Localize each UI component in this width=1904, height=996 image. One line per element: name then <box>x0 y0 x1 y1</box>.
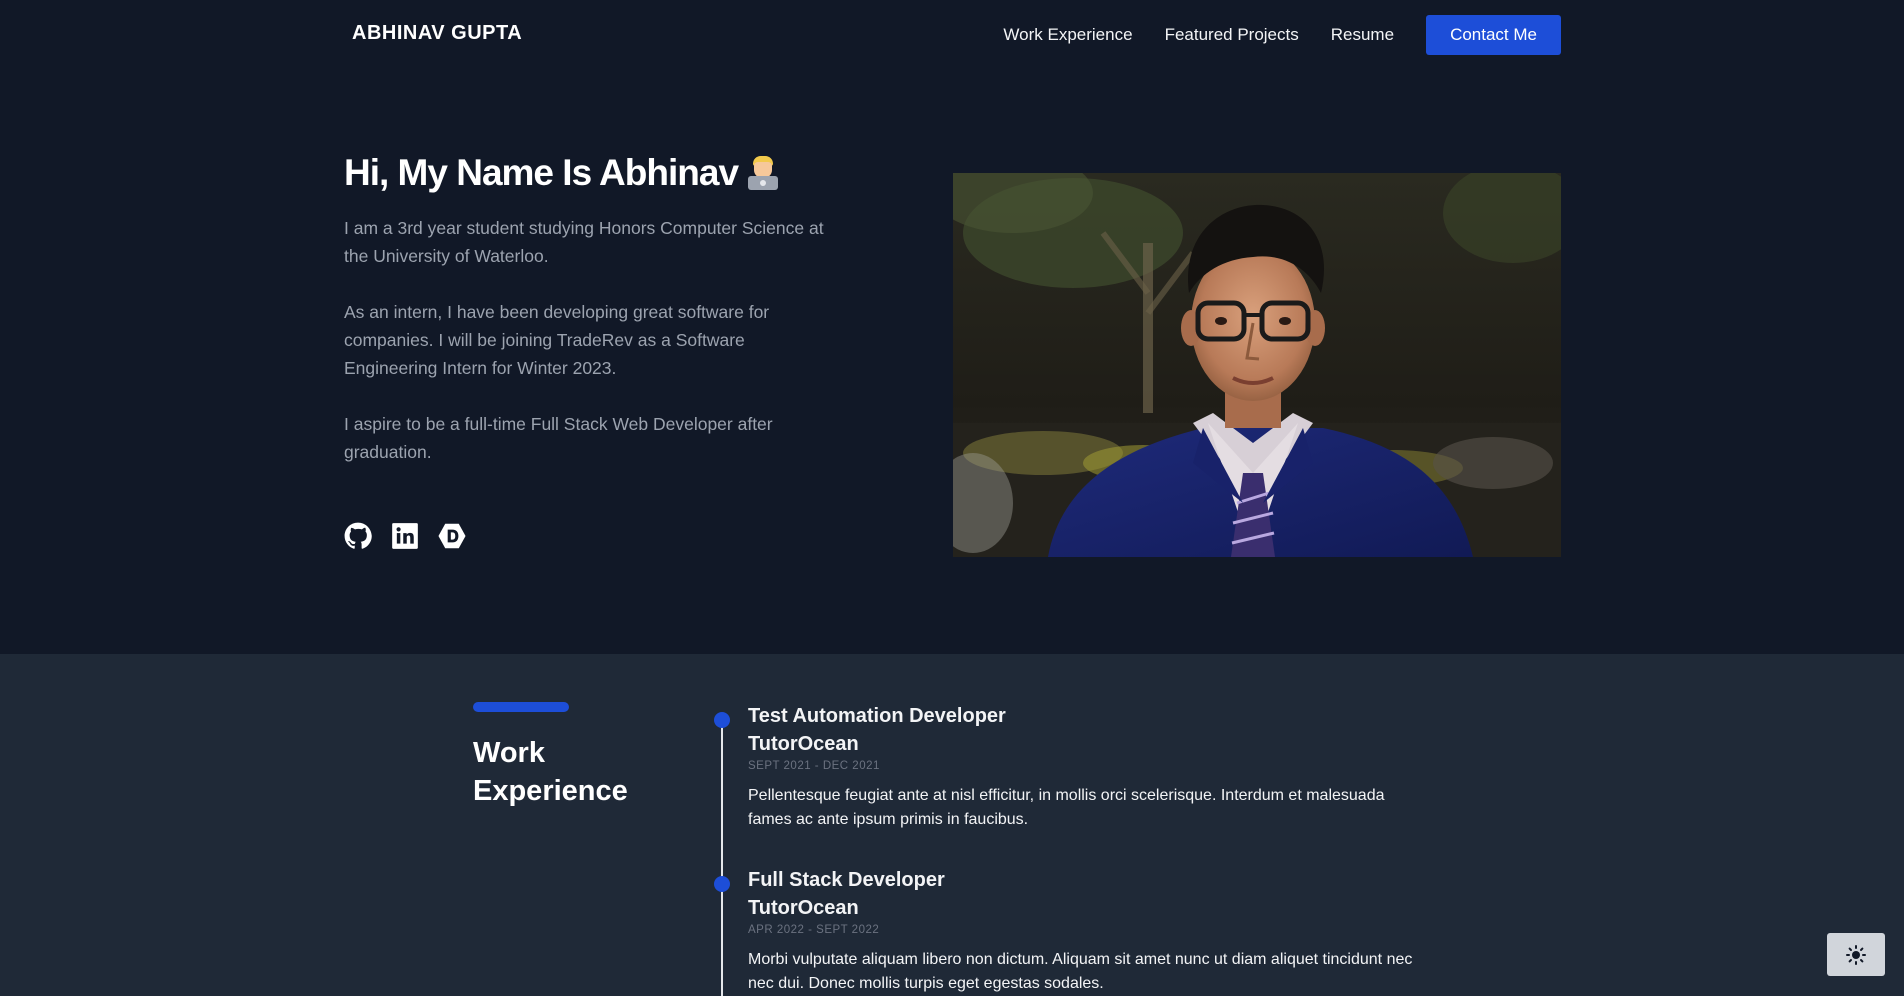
section-title: Work Experience <box>473 737 628 807</box>
brand-name[interactable]: ABHINAV GUPTA <box>352 22 522 45</box>
job-company: TutorOcean <box>748 733 859 755</box>
intro-paragraph: I aspire to be a full-time Full Stack We… <box>344 414 773 462</box>
job-entry: Full Stack Developer TutorOcean APR 2022… <box>714 866 1428 996</box>
section-accent-bar <box>473 702 569 712</box>
job-description: Morbi vulputate aliquam libero non dictu… <box>748 951 1413 992</box>
job-entry: Test Automation Developer TutorOcean SEP… <box>714 702 1428 832</box>
nav-work-experience[interactable]: Work Experience <box>1003 25 1132 45</box>
job-company: TutorOcean <box>748 897 859 919</box>
intro-paragraph: As an intern, I have been developing gre… <box>344 302 770 378</box>
site-header: ABHINAV GUPTA Work Experience Featured P… <box>0 0 1904 70</box>
intro-paragraph: I am a 3rd year student studying Honors … <box>344 218 824 266</box>
contact-me-button[interactable]: Contact Me <box>1426 15 1561 55</box>
job-description: Pellentesque feugiat ante at nisl effici… <box>748 787 1385 828</box>
job-role: Test Automation Developer <box>748 705 1006 727</box>
linkedin-icon[interactable] <box>391 522 419 550</box>
job-role: Full Stack Developer <box>748 869 945 891</box>
devpost-icon[interactable] <box>438 522 466 550</box>
profile-photo <box>953 173 1561 557</box>
technologist-emoji-icon <box>748 156 779 190</box>
hero-title: Hi, My Name Is Abhinav <box>344 152 739 193</box>
social-links <box>344 522 485 550</box>
hero-heading: Hi, My Name Is Abhinav <box>344 152 779 194</box>
nav-featured-projects[interactable]: Featured Projects <box>1165 25 1299 45</box>
sun-icon <box>1846 944 1866 965</box>
timeline-dot <box>714 712 730 728</box>
github-icon[interactable] <box>344 522 372 550</box>
job-dates: APR 2022 - SEPT 2022 <box>748 924 880 936</box>
work-experience-section: Work Experience Test Automation Develope… <box>0 654 1904 996</box>
timeline-line <box>721 718 723 996</box>
nav-resume[interactable]: Resume <box>1331 25 1394 45</box>
main-nav: Work Experience Featured Projects Resume… <box>1003 15 1561 55</box>
timeline-dot <box>714 876 730 892</box>
hero-intro: I am a 3rd year student studying Honors … <box>344 214 824 494</box>
job-dates: SEPT 2021 - DEC 2021 <box>748 760 880 772</box>
theme-toggle-button[interactable] <box>1827 933 1885 976</box>
